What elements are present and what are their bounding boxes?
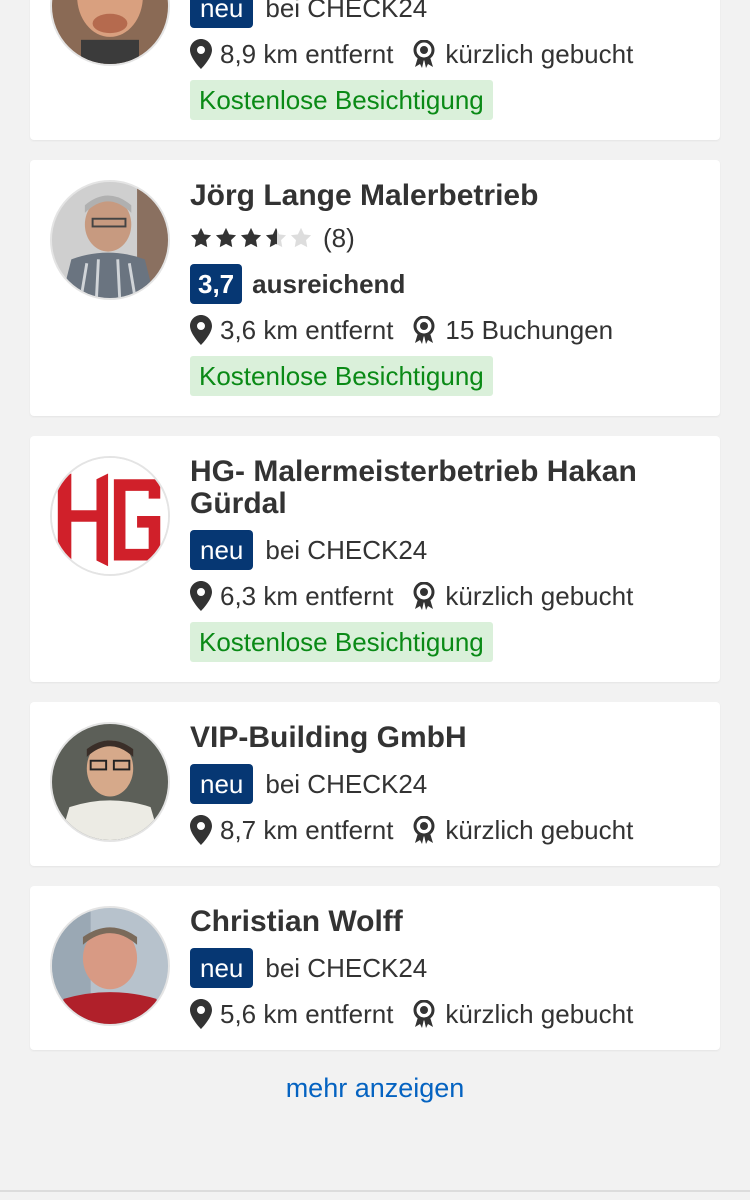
map-pin-icon — [190, 315, 212, 345]
provider-avatar — [50, 0, 170, 66]
distance-text: 5,6 km entfernt — [220, 998, 394, 1029]
new-badge-text: bei CHECK24 — [265, 0, 428, 23]
new-at-check24: neu bei CHECK24 — [190, 530, 427, 570]
bookings-text: kürzlich gebucht — [445, 580, 634, 611]
provider-avatar — [50, 906, 170, 1026]
new-at-check24: neu bei CHECK24 — [190, 0, 427, 28]
new-badge: neu — [190, 764, 254, 804]
star-icon — [215, 227, 237, 248]
half-star-icon — [265, 227, 287, 248]
provider-meta: 3,6 km entfernt 15 Buchungen — [190, 310, 613, 350]
provider-card[interactable]: HG- Malermeisterbetrieb Hakan Gürdal neu… — [30, 436, 720, 682]
free-inspection-badge: Kostenlose Besichtigung — [190, 622, 493, 662]
bookings-text: kürzlich gebucht — [445, 38, 634, 69]
divider — [0, 1190, 750, 1192]
provider-name[interactable]: HG- Malermeisterbetrieb Hakan Gürdal — [190, 456, 700, 520]
provider-avatar — [50, 180, 170, 300]
provider-name[interactable]: VIP-Building GmbH — [190, 722, 700, 754]
provider-avatar — [50, 722, 170, 842]
distance-text: 3,6 km entfernt — [220, 314, 394, 345]
provider-card[interactable]: VIP-Building GmbH neu bei CHECK24 8,7 km… — [30, 702, 720, 866]
star-icon — [240, 227, 262, 248]
distance-text: 8,9 km entfernt — [220, 38, 394, 69]
award-icon — [413, 582, 435, 610]
show-more-link[interactable]: mehr anzeigen — [0, 1073, 750, 1104]
map-pin-icon — [190, 581, 212, 611]
new-badge: neu — [190, 0, 254, 28]
free-inspection-badge: Kostenlose Besichtigung — [190, 356, 493, 396]
map-pin-icon — [190, 815, 212, 845]
score-badge: 3,7 — [190, 264, 243, 304]
provider-logo — [50, 456, 170, 576]
provider-meta: 5,6 km entfernt kürzlich gebucht — [190, 994, 633, 1034]
award-icon — [413, 316, 435, 344]
rating-row: (8) — [190, 218, 355, 258]
star-icon — [190, 227, 212, 248]
award-icon — [413, 1000, 435, 1028]
provider-meta: 8,7 km entfernt kürzlich gebucht — [190, 810, 633, 850]
star-rating — [190, 227, 315, 249]
new-at-check24: neu bei CHECK24 — [190, 764, 427, 804]
rating-count: (8) — [323, 222, 355, 253]
new-badge: neu — [190, 530, 254, 570]
provider-meta: 8,9 km entfernt kürzlich gebucht — [190, 34, 633, 74]
new-badge: neu — [190, 948, 254, 988]
distance-text: 6,3 km entfernt — [220, 580, 394, 611]
free-inspection-badge: Kostenlose Besichtigung — [190, 80, 493, 120]
new-badge-text: bei CHECK24 — [265, 952, 428, 983]
provider-meta: 6,3 km entfernt kürzlich gebucht — [190, 576, 633, 616]
bookings-text: kürzlich gebucht — [445, 814, 634, 845]
new-at-check24: neu bei CHECK24 — [190, 948, 427, 988]
provider-card[interactable]: Jörg Lange Malerbetrieb (8) 3,7 ausreich… — [30, 160, 720, 416]
provider-card[interactable]: Christian Wolff neu bei CHECK24 5,6 km e… — [30, 886, 720, 1050]
map-pin-icon — [190, 999, 212, 1029]
new-badge-text: bei CHECK24 — [265, 768, 428, 799]
provider-name[interactable]: Christian Wolff — [190, 906, 700, 938]
provider-card[interactable]: neu bei CHECK24 8,9 km entfernt kürzlich… — [30, 0, 720, 140]
provider-name[interactable]: Jörg Lange Malerbetrieb — [190, 180, 700, 212]
new-badge-text: bei CHECK24 — [265, 534, 428, 565]
distance-text: 8,7 km entfernt — [220, 814, 394, 845]
bookings-text: kürzlich gebucht — [445, 998, 634, 1029]
map-pin-icon — [190, 39, 212, 69]
score-word: ausreichend — [252, 268, 406, 299]
score-row: 3,7 ausreichend — [190, 264, 405, 304]
bookings-text: 15 Buchungen — [445, 314, 614, 345]
award-icon — [413, 40, 435, 68]
award-icon — [413, 816, 435, 844]
empty-star-icon — [290, 227, 312, 248]
